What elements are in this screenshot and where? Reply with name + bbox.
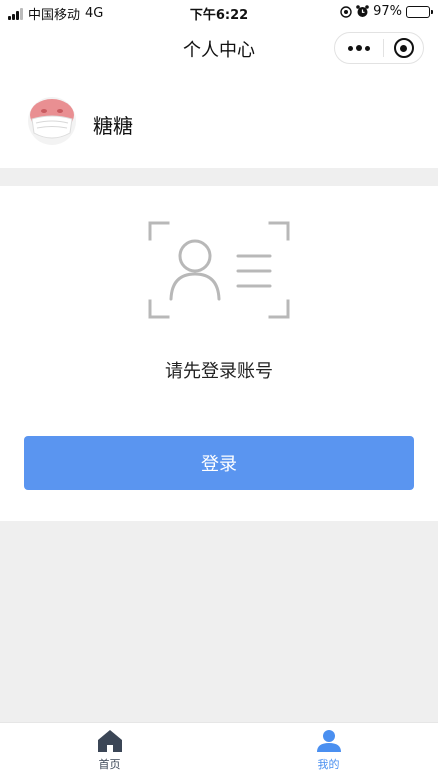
username: 糖糖 <box>93 114 133 138</box>
tab-bar: 首页 我的 <box>0 722 438 779</box>
more-button[interactable] <box>335 33 383 63</box>
home-icon <box>97 730 122 752</box>
status-right: 97% <box>340 4 433 19</box>
battery-icon <box>406 5 433 18</box>
more-dot-icon <box>365 45 370 51</box>
avatar[interactable] <box>28 97 76 145</box>
location-lock-icon <box>340 5 352 18</box>
user-header: 糖糖 <box>0 70 438 168</box>
id-card-icon <box>148 221 290 319</box>
close-button[interactable] <box>384 33 423 63</box>
target-icon <box>393 38 414 58</box>
tab-mine-label: 我的 <box>317 758 340 771</box>
login-button[interactable]: 登录 <box>24 436 414 490</box>
more-dot-icon <box>356 45 362 51</box>
battery-percent: 97% <box>373 4 402 19</box>
status-bar: 中国移动 4G 下午6:22 97% <box>0 0 438 24</box>
tab-home-label: 首页 <box>98 758 121 771</box>
avatar-image <box>28 97 76 145</box>
login-prompt: 请先登录账号 <box>165 361 273 382</box>
more-dot-icon <box>348 45 353 51</box>
user-icon <box>316 730 341 752</box>
nav-bar: 个人中心 <box>0 24 438 70</box>
tab-home[interactable]: 首页 <box>0 723 219 779</box>
miniprogram-capsule <box>334 32 424 64</box>
login-card: 请先登录账号 登录 <box>0 186 438 521</box>
tab-mine[interactable]: 我的 <box>219 723 438 779</box>
alarm-icon <box>356 5 369 17</box>
